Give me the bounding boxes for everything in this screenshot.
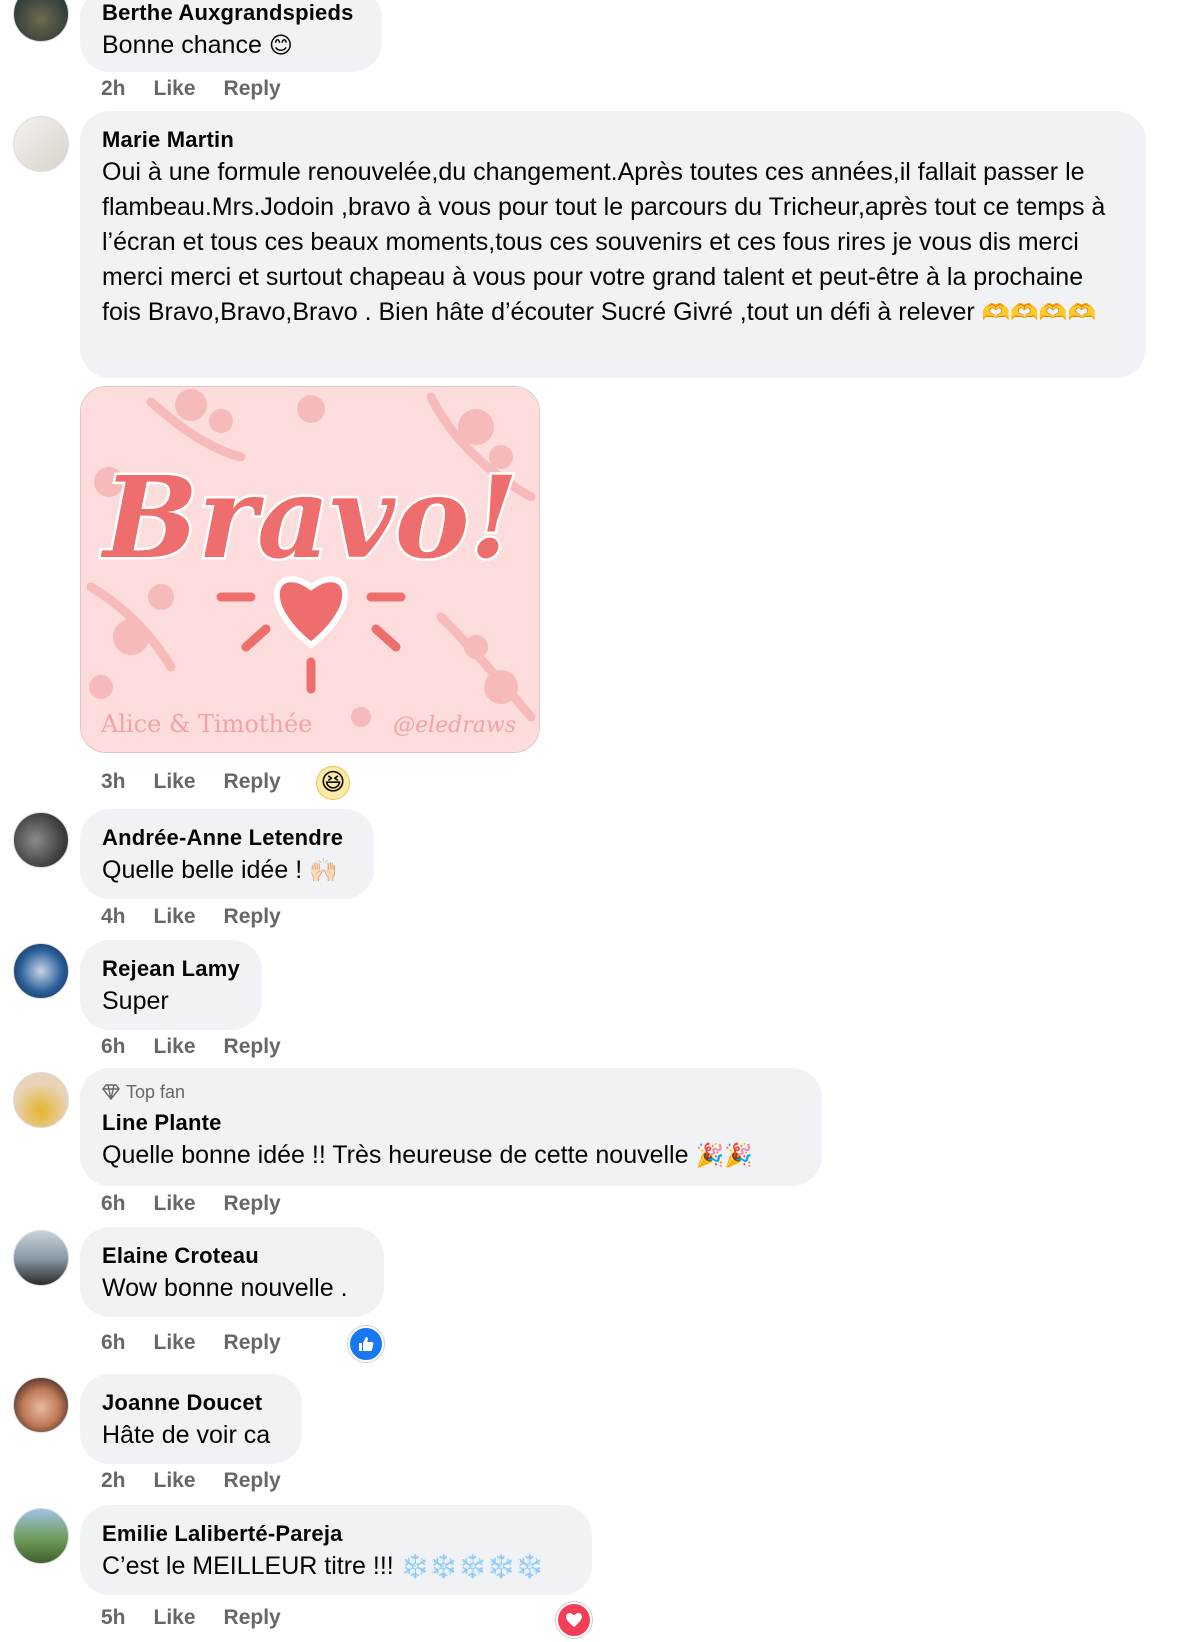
comment-bubble: Berthe Auxgrandspieds Bonne chance 😊 <box>80 0 382 72</box>
author-name[interactable]: Joanne Doucet <box>102 1388 280 1418</box>
sticker-signature: @eledraws <box>393 713 516 738</box>
timestamp[interactable]: 6h <box>101 1331 126 1355</box>
timestamp[interactable]: 2h <box>101 1469 126 1493</box>
like-button[interactable]: Like <box>154 1331 196 1355</box>
reply-button[interactable]: Reply <box>224 770 281 794</box>
party-popper-emoji: 🎉🎉 <box>695 1142 753 1168</box>
author-name[interactable]: Emilie Laliberté-Pareja <box>102 1519 570 1549</box>
like-button[interactable]: Like <box>154 770 196 794</box>
comment-text: Oui à une formule renouvelée,du changeme… <box>102 158 1106 326</box>
like-button[interactable]: Like <box>154 1192 196 1216</box>
like-button[interactable]: Like <box>154 77 196 101</box>
reply-button[interactable]: Reply <box>224 1606 281 1630</box>
comment-bubble: Elaine Croteau Wow bonne nouvelle . <box>80 1227 384 1317</box>
timestamp[interactable]: 6h <box>101 1192 126 1216</box>
avatar[interactable] <box>13 1508 69 1564</box>
avatar[interactable] <box>13 1377 69 1433</box>
reply-button[interactable]: Reply <box>224 1192 281 1216</box>
comment-text: Bonne chance <box>102 31 262 59</box>
like-button[interactable]: Like <box>154 1469 196 1493</box>
comment-text: Quelle bonne idée !! Très heureuse de ce… <box>102 1141 689 1169</box>
avatar[interactable] <box>13 943 69 999</box>
bravo-sticker[interactable]: Bravo! Alice & Timothée @eledraws <box>80 386 540 753</box>
like-button[interactable]: Like <box>154 1606 196 1630</box>
reply-button[interactable]: Reply <box>224 1469 281 1493</box>
like-reaction-icon[interactable] <box>348 1326 384 1362</box>
comment-bubble: Marie Martin Oui à une formule renouvelé… <box>80 111 1146 378</box>
top-fan-badge: Top fan <box>102 1080 800 1104</box>
avatar[interactable] <box>13 0 69 42</box>
comment-text: Quelle belle idée ! <box>102 856 303 884</box>
comment-text: Hâte de voir ca <box>102 1421 271 1449</box>
timestamp[interactable]: 4h <box>101 905 126 929</box>
author-name[interactable]: Marie Martin <box>102 125 1124 155</box>
avatar[interactable] <box>13 812 69 868</box>
timestamp[interactable]: 5h <box>101 1606 126 1630</box>
like-button[interactable]: Like <box>154 1035 196 1059</box>
reply-button[interactable]: Reply <box>224 1331 281 1355</box>
comment-bubble: Emilie Laliberté-Pareja C’est le MEILLEU… <box>80 1505 592 1595</box>
comment-bubble: Top fan Line Plante Quelle bonne idée !!… <box>80 1068 822 1186</box>
comment-bubble: Joanne Doucet Hâte de voir ca <box>80 1374 302 1464</box>
timestamp[interactable]: 2h <box>101 77 126 101</box>
love-reaction-icon[interactable] <box>556 1602 592 1638</box>
heart-hands-emoji: 🫶🫶🫶🫶 <box>981 299 1097 325</box>
author-name[interactable]: Berthe Auxgrandspieds <box>102 0 360 28</box>
comment-text: C’est le MEILLEUR titre !!! <box>102 1552 394 1580</box>
reply-button[interactable]: Reply <box>224 1035 281 1059</box>
diamond-icon <box>102 1084 120 1100</box>
bravo-word: Bravo! <box>100 453 518 584</box>
sticker-credit: Alice & Timothée <box>100 710 312 738</box>
author-name[interactable]: Andrée-Anne Letendre <box>102 823 352 853</box>
raised-hands-emoji: 🙌🏻 <box>309 857 338 883</box>
comment-bubble: Rejean Lamy Super <box>80 940 262 1030</box>
reply-button[interactable]: Reply <box>224 77 281 101</box>
reply-button[interactable]: Reply <box>224 905 281 929</box>
like-button[interactable]: Like <box>154 905 196 929</box>
comment-bubble: Andrée-Anne Letendre Quelle belle idée !… <box>80 809 374 899</box>
snowflake-emoji: ❄️❄️❄️❄️❄️ <box>400 1553 544 1579</box>
timestamp[interactable]: 6h <box>101 1035 126 1059</box>
haha-reaction-icon[interactable]: 😆 <box>316 766 350 800</box>
comment-text: Wow bonne nouvelle . <box>102 1274 348 1302</box>
avatar[interactable] <box>13 1230 69 1286</box>
author-name[interactable]: Line Plante <box>102 1108 800 1138</box>
comment-text: Super <box>102 987 169 1015</box>
author-name[interactable]: Rejean Lamy <box>102 954 240 984</box>
smile-emoji: 😊 <box>268 32 293 58</box>
avatar[interactable] <box>13 1072 69 1128</box>
timestamp[interactable]: 3h <box>101 770 126 794</box>
avatar[interactable] <box>13 116 69 172</box>
author-name[interactable]: Elaine Croteau <box>102 1241 362 1271</box>
